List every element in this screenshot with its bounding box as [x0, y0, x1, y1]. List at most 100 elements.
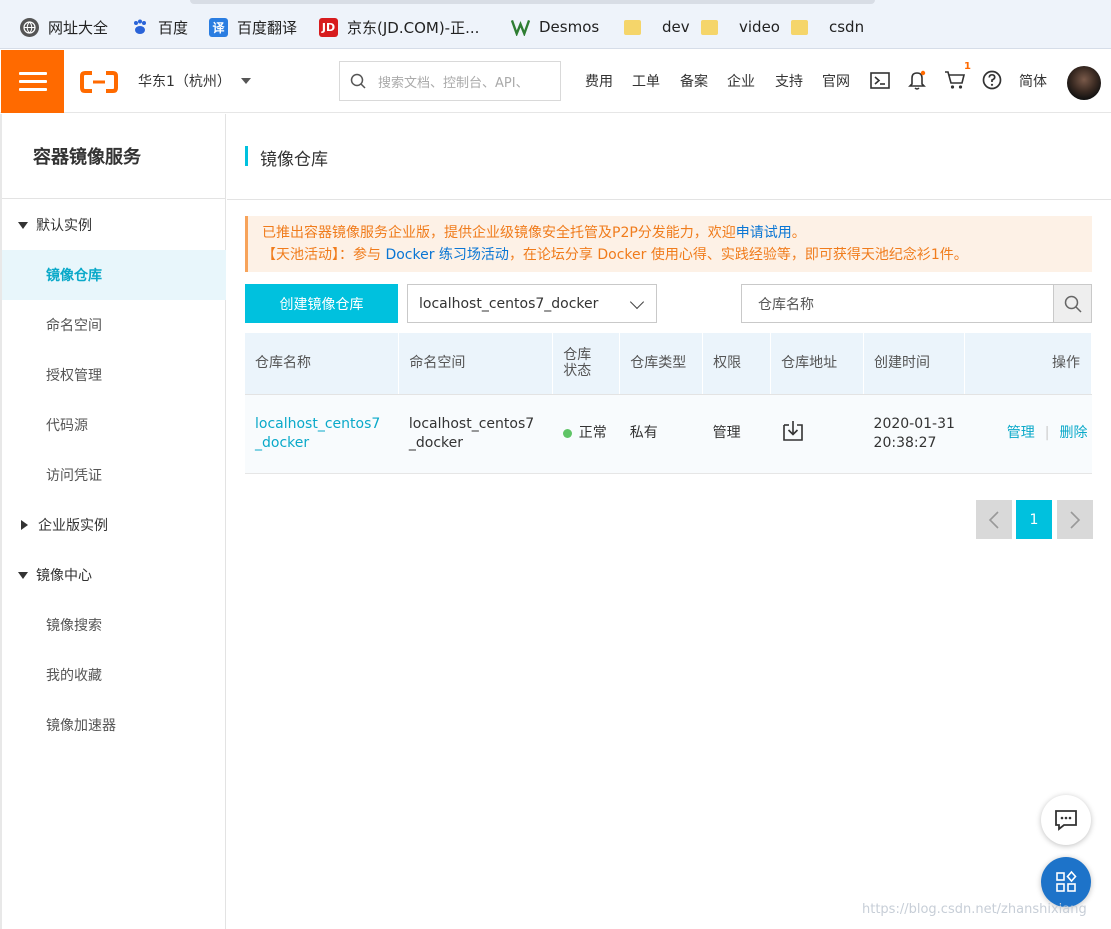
menu-hamburger-button[interactable] — [1, 50, 64, 113]
namespace-select[interactable]: localhost_centos7_docker — [407, 284, 657, 323]
repo-search-button[interactable] — [1053, 285, 1091, 322]
col-header-status: 仓库状态 — [552, 333, 621, 395]
language-switch[interactable]: 简体 — [1019, 71, 1047, 91]
repo-name-text[interactable]: localhost_centos7_docker — [255, 416, 380, 451]
sidebar-item-namespace[interactable]: 命名空间 — [2, 300, 226, 350]
apps-grid-icon — [1056, 870, 1077, 892]
caret-down-icon — [240, 78, 251, 84]
col-header-actions: 操作 — [964, 333, 1092, 395]
bookmark-baidu[interactable]: 百度 — [130, 16, 188, 38]
col-header-permission: 权限 — [702, 333, 772, 395]
search-placeholder: 搜索文档、控制台、API、 — [378, 75, 529, 91]
repo-permission-cell: 管理 — [702, 394, 771, 474]
chevron-right-icon — [1070, 510, 1081, 529]
sidebar-group-image-center[interactable]: 镜像中心 — [2, 550, 226, 600]
repo-name-link[interactable]: localhost_centos7_docker — [245, 394, 399, 474]
bookmark-label: Desmos — [539, 18, 600, 36]
bookmark-folder-csdn[interactable]: csdn — [791, 16, 864, 38]
nav-link-official-site[interactable]: 官网 — [822, 71, 850, 91]
jd-logo-icon: JD — [319, 17, 338, 37]
docker-playground-link[interactable]: Docker 练习场活动 — [385, 247, 508, 263]
namespace-selected-value: localhost_centos7_docker — [419, 295, 599, 312]
apps-fab-button[interactable] — [1041, 857, 1091, 907]
console-top-nav: 华东1（杭州） 搜索文档、控制台、API、 费用 工单 备案 企业 支持 官网 … — [0, 49, 1111, 113]
col-header-address: 仓库地址 — [770, 333, 865, 395]
baidu-paw-icon — [130, 18, 149, 37]
folder-icon — [624, 19, 641, 35]
bookmark-label: 百度 — [158, 18, 189, 37]
repo-search-input[interactable]: 仓库名称 — [741, 284, 1092, 323]
bookmark-jd[interactable]: JD 京东(JD.COM)-正... — [319, 16, 479, 38]
pagination-page-current[interactable]: 1 — [1016, 500, 1052, 539]
bookmarks-bar: 网址大全 百度 译百度翻译 JD 京东(JD.COM)-正... Desmos d… — [0, 0, 1111, 49]
translate-icon: 译 — [209, 17, 228, 37]
bookmark-baidu-fanyi[interactable]: 译百度翻译 — [209, 16, 297, 38]
sidebar-item-code-source[interactable]: 代码源 — [2, 400, 226, 450]
repo-actions-cell: 管理 | 删除 — [964, 394, 1092, 474]
chat-fab-button[interactable] — [1041, 795, 1091, 845]
watermark-text: https://blog.csdn.net/zhanshixiang — [862, 902, 1087, 917]
folder-icon — [701, 19, 718, 35]
search-icon — [350, 73, 366, 89]
col-header-namespace: 命名空间 — [398, 333, 554, 395]
help-icon[interactable] — [981, 69, 1003, 91]
bookmark-label: dev — [662, 18, 690, 36]
sidebar-group-default-instance[interactable]: 默认实例 — [2, 200, 226, 250]
notice-line-1: 已推出容器镜像服务企业版，提供企业级镜像安全托管及P2P分发能力，欢迎申请试用。 — [262, 222, 1092, 244]
caret-down-icon — [18, 221, 28, 229]
repo-type-cell: 私有 — [619, 394, 703, 474]
bell-icon[interactable] — [906, 69, 928, 91]
bookmark-label: 网址大全 — [48, 18, 109, 37]
browser-tab-edge — [190, 0, 875, 4]
action-separator: | — [1044, 425, 1050, 441]
chevron-down-icon — [629, 294, 645, 310]
repo-created-cell: 2020-01-31 20:38:27 — [863, 394, 965, 474]
sidebar-item-access-credential[interactable]: 访问凭证 — [2, 450, 226, 500]
page-header: 镜像仓库 — [227, 114, 1111, 200]
manage-link[interactable]: 管理 — [1007, 425, 1035, 441]
main-content: 镜像仓库 已推出容器镜像服务企业版，提供企业级镜像安全托管及P2P分发能力，欢迎… — [227, 114, 1111, 929]
pagination-next-button[interactable] — [1057, 500, 1093, 539]
bookmark-desmos[interactable]: Desmos — [511, 16, 599, 38]
region-selector[interactable]: 华东1（杭州） — [138, 71, 251, 91]
nav-link-tickets[interactable]: 工单 — [632, 71, 660, 91]
folder-icon — [791, 19, 808, 35]
download-icon[interactable] — [781, 419, 805, 443]
col-header-type: 仓库类型 — [619, 333, 704, 395]
nav-link-icp[interactable]: 备案 — [680, 71, 708, 91]
nav-link-enterprise[interactable]: 企业 — [727, 71, 755, 91]
sidebar-group-enterprise-instance[interactable]: 企业版实例 — [2, 500, 226, 550]
nav-link-billing[interactable]: 费用 — [585, 71, 613, 91]
aliyun-logo-icon[interactable] — [80, 70, 118, 94]
avatar[interactable] — [1067, 66, 1101, 100]
sidebar-item-image-repo[interactable]: 镜像仓库 — [2, 250, 226, 300]
pagination-prev-button[interactable] — [976, 500, 1012, 539]
notice-line-2: 【天池活动】：参与 Docker 练习场活动，在论坛分享 Docker 使用心得… — [262, 244, 1092, 266]
globe-icon — [20, 17, 39, 37]
title-accent-bar — [245, 146, 248, 166]
sidebar-item-image-accelerator[interactable]: 镜像加速器 — [2, 700, 226, 750]
caret-right-icon — [21, 520, 28, 530]
cart-icon[interactable] — [944, 69, 966, 91]
col-header-repo-name: 仓库名称 — [245, 333, 400, 395]
create-repo-button[interactable]: 创建镜像仓库 — [245, 284, 398, 323]
terminal-icon[interactable] — [869, 69, 891, 91]
page-title: 镜像仓库 — [260, 150, 328, 170]
sidebar-item-image-search[interactable]: 镜像搜索 — [2, 600, 226, 650]
apply-trial-link[interactable]: 申请试用 — [736, 225, 792, 241]
notice-text: 已推出容器镜像服务企业版，提供企业级镜像安全托管及P2P分发能力，欢迎 — [262, 225, 736, 241]
global-search-input[interactable]: 搜索文档、控制台、API、 — [339, 61, 561, 101]
caret-down-icon — [18, 571, 28, 579]
bookmark-wangzhi[interactable]: 网址大全 — [20, 16, 108, 38]
nav-link-support[interactable]: 支持 — [775, 71, 803, 91]
sidebar-group-label: 镜像中心 — [36, 568, 92, 584]
sidebar-item-my-favorites[interactable]: 我的收藏 — [2, 650, 226, 700]
repo-status-cell: 正常 — [552, 394, 620, 474]
repo-search-placeholder: 仓库名称 — [758, 296, 814, 313]
sidebar: 容器镜像服务 默认实例 镜像仓库 命名空间 授权管理 代码源 访问凭证 企业版实… — [0, 114, 226, 929]
bookmark-folder-video[interactable]: video — [701, 16, 780, 38]
sidebar-item-authorization[interactable]: 授权管理 — [2, 350, 226, 400]
search-icon — [1064, 295, 1082, 313]
bookmark-folder-dev[interactable]: dev — [624, 16, 690, 38]
delete-link[interactable]: 删除 — [1060, 425, 1088, 441]
